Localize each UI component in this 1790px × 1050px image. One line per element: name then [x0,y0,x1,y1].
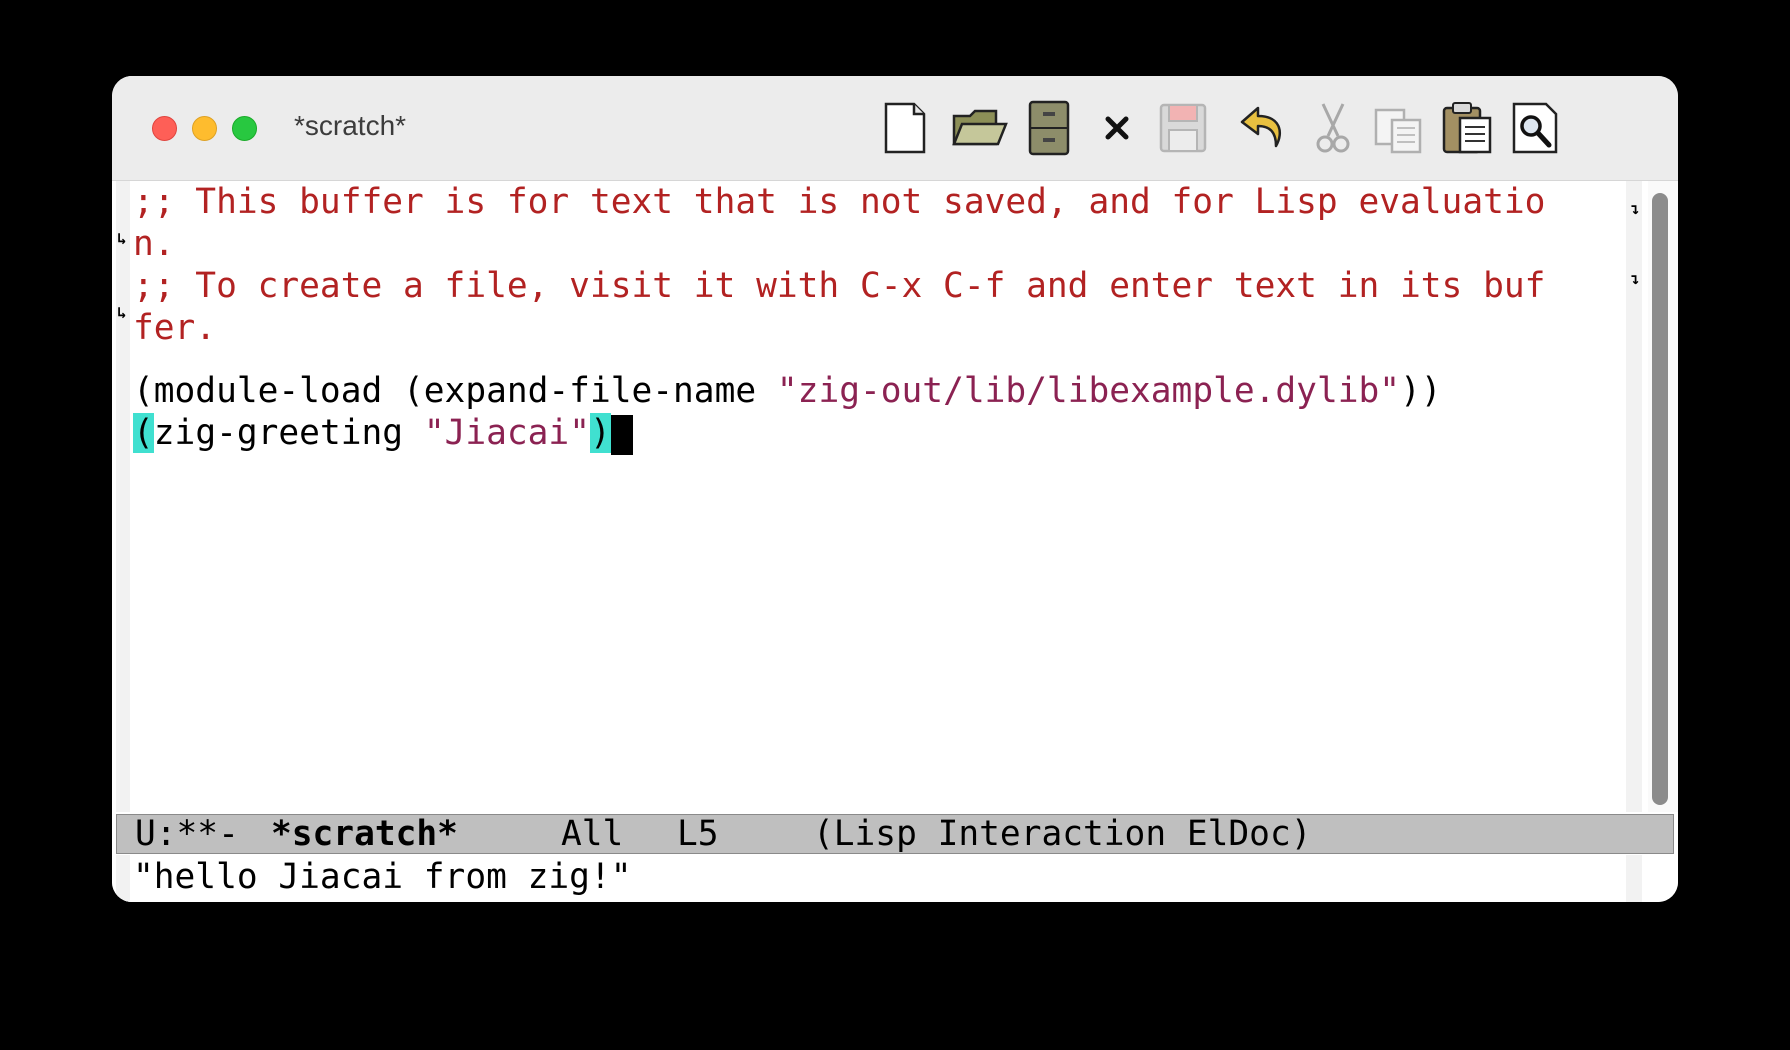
comment-line-2-continued: fer. [133,308,217,348]
save-button[interactable] [1154,98,1212,158]
modeline-major-modes[interactable]: (Lisp Interaction ElDoc) [813,815,1312,853]
modeline-status: U:**- [135,814,239,854]
close-window-button[interactable] [152,116,177,141]
continuation-arrow-right-icon: ↴ [1630,269,1640,288]
zoom-window-button[interactable] [232,116,257,141]
cut-button[interactable] [1304,98,1362,158]
editor-buffer[interactable]: ↴ ↳ ↴ ↳ ;; This buffer is for text that … [112,181,1678,812]
open-file-button[interactable] [950,98,1008,158]
modeline-buffer-name[interactable]: *scratch* [271,815,458,853]
comment-line-1-continued: n. [133,224,175,264]
comment-line-2: ;; To create a file, visit it with C-x C… [133,266,1546,306]
code-text: (module-load (expand-file-name [133,371,777,411]
code-text: )) [1400,371,1442,411]
open-folder-icon [952,109,1008,146]
dired-button[interactable] [1020,98,1078,158]
comment-line-1: ;; This buffer is for text that is not s… [133,182,1546,222]
search-button[interactable] [1506,98,1564,158]
minibuffer-right-fringe [1626,855,1642,902]
undo-button[interactable] [1236,98,1294,158]
new-file-icon [884,102,926,154]
copy-icon [1374,108,1422,154]
title-bar: *scratch* [112,76,1678,181]
string-literal: "Jiacai" [423,413,590,453]
undo-arrow-icon [1240,106,1281,148]
window-title: *scratch* [294,110,407,141]
minimize-window-button[interactable] [192,116,217,141]
magnifier-icon [1512,102,1558,154]
paste-button[interactable] [1438,98,1496,158]
matched-paren-close: ) [589,413,611,453]
close-x-icon [1105,116,1129,140]
file-cabinet-icon [1028,100,1070,156]
modeline-line-number: L5 [677,814,719,854]
scrollbar-thumb[interactable] [1652,193,1668,805]
string-literal: "zig-out/lib/libexample.dylib" [776,371,1401,411]
matched-paren-open: ( [133,413,154,453]
emacs-window: *scratch* ↴ ↳ ↴ ↳ ;; This buffer is for … [112,76,1678,902]
floppy-disk-icon [1159,103,1207,153]
text-cursor [610,414,633,455]
kill-buffer-button[interactable] [1088,98,1146,158]
code-text: zig-greeting [153,413,424,453]
code-line-zig-greeting: (zig-greeting "Jiacai") [133,412,633,455]
minibuffer[interactable]: "hello Jiacai from zig!" [112,855,1678,902]
continuation-arrow-left-icon: ↳ [117,303,127,322]
echo-area-message: "hello Jiacai from zig!" [133,857,632,897]
code-line-module-load: (module-load (expand-file-name "zig-out/… [133,370,1442,412]
continuation-arrow-left-icon: ↳ [117,229,127,248]
copy-button[interactable] [1370,98,1428,158]
mode-line[interactable]: U:**- *scratch* All L5 (Lisp Interaction… [116,814,1674,854]
clipboard-icon [1442,102,1492,154]
scissors-icon [1316,103,1350,153]
minibuffer-left-fringe [116,855,130,902]
new-file-button[interactable] [876,98,934,158]
continuation-arrow-right-icon: ↴ [1630,199,1640,218]
left-fringe [116,181,130,812]
modeline-position: All [561,814,624,854]
